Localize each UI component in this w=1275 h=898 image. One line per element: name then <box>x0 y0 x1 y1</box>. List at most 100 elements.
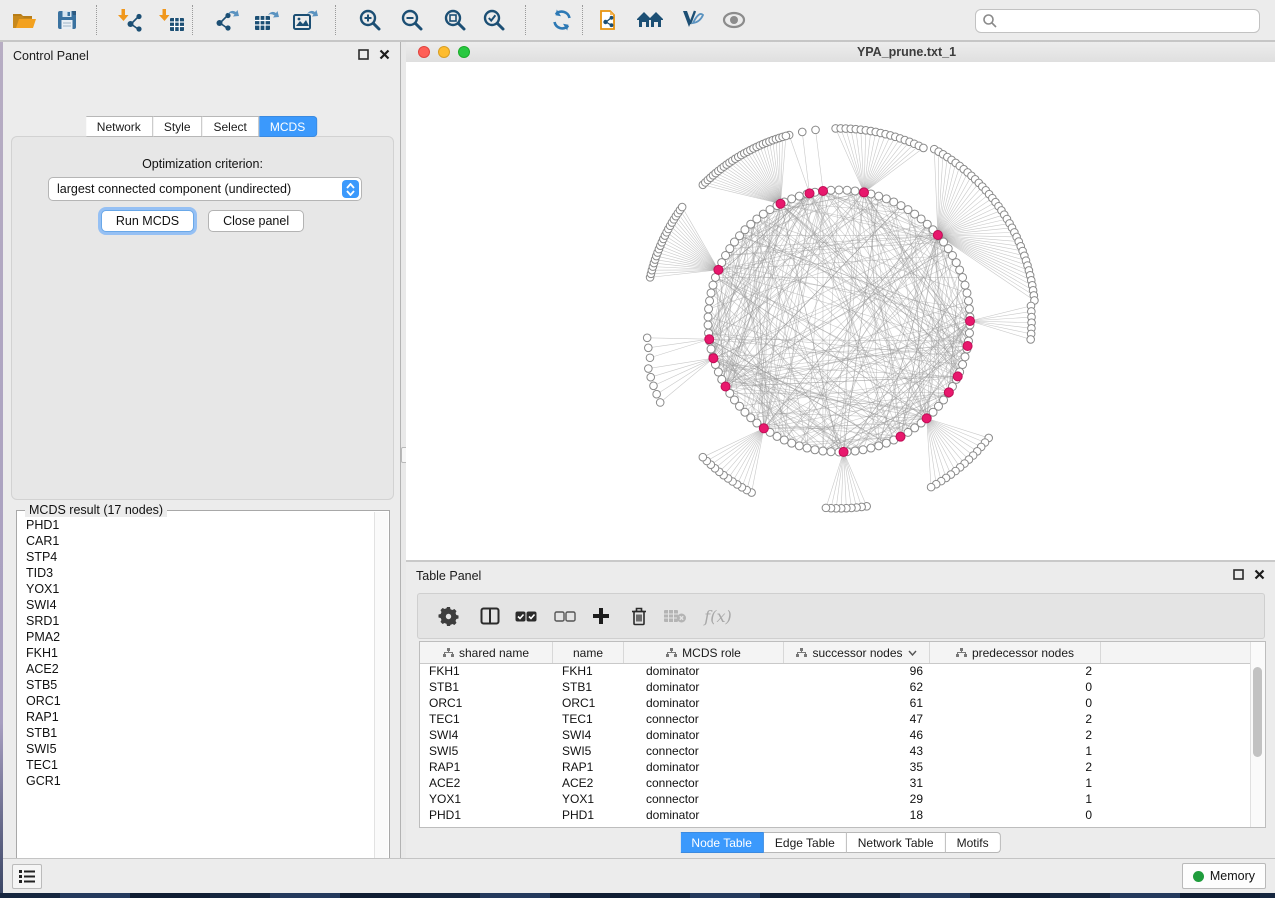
show-columns-button[interactable] <box>474 601 506 631</box>
mcds-result-item[interactable]: TID3 <box>18 565 375 581</box>
table-settings-button[interactable] <box>432 601 464 631</box>
zoom-out-button[interactable] <box>394 3 430 36</box>
mcds-result-item[interactable]: ORC1 <box>18 693 375 709</box>
task-history-button[interactable] <box>12 864 42 889</box>
mcds-result-item[interactable]: TEC1 <box>18 757 375 773</box>
column-header-shared-name[interactable]: shared name <box>420 642 553 663</box>
mcds-result-item[interactable]: SWI4 <box>18 597 375 613</box>
column-header-mcds-role[interactable]: MCDS role <box>624 642 784 663</box>
minimize-window-button[interactable] <box>438 46 450 58</box>
mcds-result-item[interactable]: FKH1 <box>18 645 375 661</box>
cell-mcds-role: dominator <box>624 759 784 775</box>
cell-name: FKH1 <box>553 663 624 679</box>
cell-predecessor-nodes: 1 <box>930 791 1101 807</box>
mcds-result-item[interactable]: GCR1 <box>18 773 375 789</box>
refresh-button[interactable] <box>544 3 580 36</box>
search-input[interactable] <box>998 12 1259 30</box>
mcds-result-item[interactable]: CAR1 <box>18 533 375 549</box>
new-network-from-file-button[interactable] <box>592 3 628 36</box>
cell-predecessor-nodes: 1 <box>930 743 1101 759</box>
table-panel-tab[interactable]: Motifs <box>946 832 1001 853</box>
mcds-result-item[interactable]: ACE2 <box>18 661 375 677</box>
desktop-strip-left <box>0 42 3 893</box>
mcds-list-scrollbar[interactable] <box>374 512 388 880</box>
cell-shared-name: PHD1 <box>420 807 553 823</box>
zoom-selected-button[interactable] <box>476 3 512 36</box>
mcds-result-item[interactable]: YOX1 <box>18 581 375 597</box>
table-panel-tab[interactable]: Node Table <box>680 832 764 853</box>
zoom-in-button[interactable] <box>352 3 388 36</box>
show-graphics-details-button[interactable] <box>716 3 752 36</box>
run-mcds-button[interactable]: Run MCDS <box>101 210 194 232</box>
import-table-button[interactable] <box>154 3 190 36</box>
cell-predecessor-nodes: 0 <box>930 807 1101 823</box>
network-canvas[interactable] <box>406 62 1275 560</box>
table-panel-tab[interactable]: Network Table <box>847 832 946 853</box>
function-builder-button[interactable]: f(x) <box>698 601 738 631</box>
home-button[interactable] <box>632 3 668 36</box>
control-panel-tab[interactable]: Network <box>86 116 153 137</box>
table-body: FKH1 FKH1 dominator 96 2 STB1 STB1 domin… <box>420 663 1251 827</box>
deselect-all-columns-button[interactable] <box>549 601 581 631</box>
mcds-result-item[interactable]: STP4 <box>18 549 375 565</box>
table-row[interactable]: YOX1 YOX1 connector 29 1 <box>420 791 1251 807</box>
mcds-result-item[interactable]: SRD1 <box>18 613 375 629</box>
memory-button[interactable]: Memory <box>1182 863 1266 889</box>
save-button[interactable] <box>49 3 85 36</box>
control-panel: Control Panel NetworkStyleSelectMCDS Opt… <box>3 42 400 858</box>
table-row[interactable]: STB1 STB1 dominator 62 0 <box>420 679 1251 695</box>
zoom-window-button[interactable] <box>458 46 470 58</box>
hide-details-icon <box>679 9 705 31</box>
memory-label: Memory <box>1210 869 1255 883</box>
table-row[interactable]: RAP1 RAP1 dominator 35 2 <box>420 759 1251 775</box>
export-image-button[interactable] <box>287 3 323 36</box>
table-row[interactable]: SWI5 SWI5 connector 43 1 <box>420 743 1251 759</box>
table-row[interactable]: SWI4 SWI4 dominator 46 2 <box>420 727 1251 743</box>
close-panel-icon[interactable] <box>379 49 390 60</box>
create-column-button[interactable] <box>585 601 617 631</box>
open-button[interactable] <box>6 3 42 36</box>
float-panel-icon[interactable] <box>358 49 369 60</box>
toolbar-separator <box>582 5 583 35</box>
close-panel-button[interactable]: Close panel <box>208 210 304 232</box>
desktop-strip <box>0 893 1275 898</box>
column-header-predecessor-nodes[interactable]: predecessor nodes <box>930 642 1101 663</box>
mcds-result-item[interactable]: PHD1 <box>18 517 375 533</box>
table-panel-title: Table Panel <box>416 569 481 583</box>
table-row[interactable]: TEC1 TEC1 connector 47 2 <box>420 711 1251 727</box>
close-window-button[interactable] <box>418 46 430 58</box>
control-panel-tab[interactable]: Select <box>203 116 259 137</box>
delete-column-button[interactable] <box>623 601 655 631</box>
select-all-columns-button[interactable] <box>510 601 542 631</box>
cell-successor-nodes: 43 <box>784 743 930 759</box>
mcds-result-item[interactable]: STB1 <box>18 725 375 741</box>
column-header-successor-nodes[interactable]: successor nodes <box>784 642 930 663</box>
zoom-fit-button[interactable] <box>437 3 473 36</box>
table-row[interactable]: FKH1 FKH1 dominator 96 2 <box>420 663 1251 679</box>
table-scrollbar-thumb[interactable] <box>1253 667 1262 757</box>
control-panel-tab[interactable]: MCDS <box>259 116 317 137</box>
table-row[interactable]: PHD1 PHD1 dominator 18 0 <box>420 807 1251 823</box>
delete-table-button[interactable] <box>659 601 691 631</box>
mcds-result-item[interactable]: PMA2 <box>18 629 375 645</box>
mcds-result-item[interactable]: SWI5 <box>18 741 375 757</box>
export-table-button[interactable] <box>248 3 284 36</box>
zoom-out-icon <box>400 8 424 32</box>
mcds-result-item[interactable]: RAP1 <box>18 709 375 725</box>
float-panel-icon[interactable] <box>1233 569 1244 580</box>
column-header-name[interactable]: name <box>553 642 624 663</box>
table-row[interactable]: ACE2 ACE2 connector 31 1 <box>420 775 1251 791</box>
table-row[interactable]: ORC1 ORC1 dominator 61 0 <box>420 695 1251 711</box>
export-network-button[interactable] <box>209 3 245 36</box>
import-network-button[interactable] <box>113 3 149 36</box>
hide-graphics-details-button[interactable] <box>674 3 710 36</box>
attribute-icon <box>796 648 807 658</box>
criterion-select[interactable]: largest connected component (undirected) <box>48 177 362 201</box>
control-panel-tab[interactable]: Style <box>153 116 203 137</box>
network-window-title: YPA_prune.txt_1 <box>472 45 1275 59</box>
mcds-result-item[interactable]: STB5 <box>18 677 375 693</box>
close-panel-icon[interactable] <box>1254 569 1265 580</box>
table-scrollbar[interactable] <box>1250 642 1265 827</box>
table-panel-tab[interactable]: Edge Table <box>764 832 847 853</box>
attribute-icon <box>443 648 454 658</box>
